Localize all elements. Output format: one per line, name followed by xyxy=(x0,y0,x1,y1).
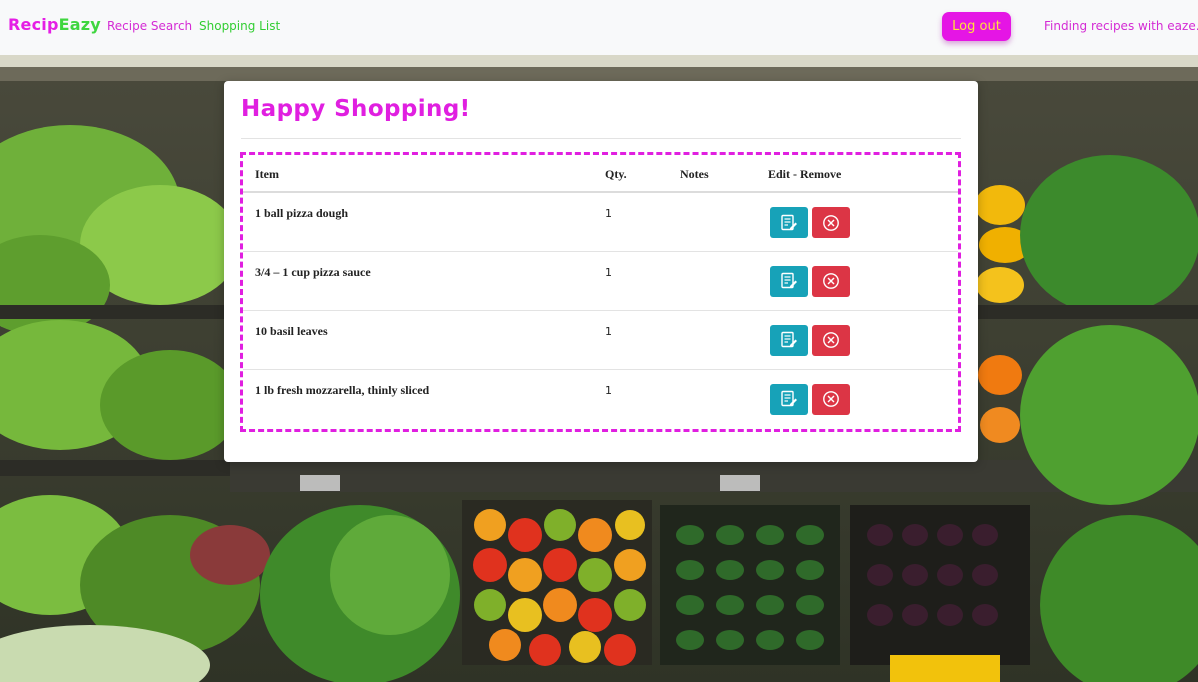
edit-button[interactable] xyxy=(770,265,808,297)
table-row: 10 basil leaves 1 xyxy=(243,310,958,370)
title-divider xyxy=(241,138,961,139)
remove-button[interactable] xyxy=(812,383,850,415)
item-actions xyxy=(768,310,958,370)
page-title: Happy Shopping! xyxy=(241,96,471,122)
edit-note-icon xyxy=(781,214,797,230)
item-qty: 1 xyxy=(605,383,612,397)
item-actions xyxy=(768,251,958,311)
item-qty: 1 xyxy=(605,192,680,252)
circle-x-icon xyxy=(823,332,839,348)
item-qty: 1 xyxy=(605,251,680,311)
navbar-tagline: Finding recipes with eaze. xyxy=(1044,19,1198,33)
header-qty: Qty. xyxy=(605,155,680,193)
item-qty: 1 xyxy=(605,310,680,370)
brand-part-eazy: Eazy xyxy=(58,15,101,34)
edit-note-icon xyxy=(781,331,797,348)
item-name: 1 ball pizza dough xyxy=(243,192,605,252)
nav-link-shopping-list[interactable]: Shopping List xyxy=(199,19,280,33)
shopping-list-table: Item Qty. Notes Edit - Remove 1 ball piz… xyxy=(243,155,958,427)
header-edit-remove: Edit - Remove xyxy=(768,155,958,193)
item-name: 3/4 – 1 cup pizza sauce xyxy=(243,251,605,311)
item-name: 1 lb fresh mozzarella, thinly sliced xyxy=(255,382,430,397)
item-notes xyxy=(680,192,768,252)
edit-note-icon xyxy=(781,390,797,407)
remove-button[interactable] xyxy=(812,324,850,356)
circle-x-icon xyxy=(823,391,839,407)
shopping-list-container: Item Qty. Notes Edit - Remove 1 ball piz… xyxy=(240,152,961,432)
circle-x-icon xyxy=(823,273,839,289)
remove-button[interactable] xyxy=(812,207,850,238)
header-notes: Notes xyxy=(680,155,768,193)
table-row: 3/4 – 1 cup pizza sauce 1 xyxy=(243,251,958,311)
header-item: Item xyxy=(243,155,605,193)
item-notes xyxy=(680,369,768,427)
item-name: 10 basil leaves xyxy=(243,310,605,370)
edit-button[interactable] xyxy=(770,207,808,238)
table-header-row: Item Qty. Notes Edit - Remove xyxy=(243,155,958,193)
shopping-list-card: Happy Shopping! Item Qty. Notes Edit - R… xyxy=(224,81,978,462)
nav-link-recipe-search[interactable]: Recipe Search xyxy=(107,19,192,33)
table-row: 1 ball pizza dough 1 xyxy=(243,192,958,252)
edit-note-icon xyxy=(781,272,797,289)
remove-button[interactable] xyxy=(812,265,850,297)
table-row: 1 lb fresh mozzarella, thinly sliced 1 xyxy=(243,369,958,427)
item-actions xyxy=(768,369,958,427)
item-actions xyxy=(768,192,958,252)
brand-logo[interactable]: RecipEazy xyxy=(8,15,101,34)
item-notes xyxy=(680,310,768,370)
top-navbar: RecipEazy Recipe Search Shopping List Lo… xyxy=(0,0,1198,55)
logout-button[interactable]: Log out xyxy=(942,12,1011,41)
edit-button[interactable] xyxy=(770,324,808,356)
brand-part-recip: Recip xyxy=(8,15,59,34)
edit-button[interactable] xyxy=(770,383,808,415)
item-notes xyxy=(680,251,768,311)
circle-x-icon xyxy=(823,214,839,231)
